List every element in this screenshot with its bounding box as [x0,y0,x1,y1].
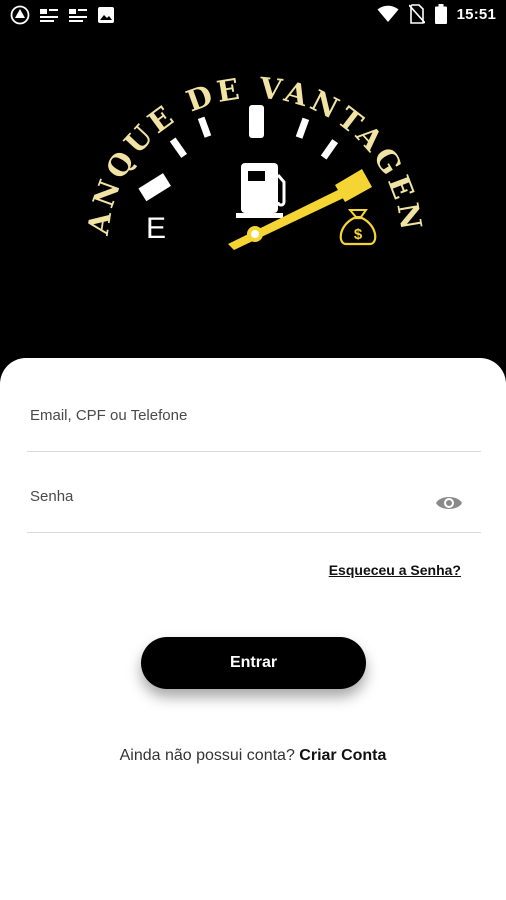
fuel-gauge-logo: TANQUE DE VANTAGENS E [0,30,429,250]
signup-row: Ainda não possui conta? Criar Conta [0,747,506,765]
password-input[interactable] [30,488,410,505]
svg-text:$: $ [354,226,363,243]
login-form: Esqueceu a Senha? Entrar Ainda não possu… [0,358,506,900]
email-field[interactable] [27,388,481,452]
fuel-pump-icon [236,163,286,218]
logo-arc-text: TANQUE DE VANTAGENS [0,30,429,238]
money-bag-icon: $ [339,209,377,246]
login-button[interactable]: Entrar [141,637,366,689]
email-input[interactable] [30,407,410,424]
eye-icon[interactable] [435,493,463,513]
app-icon [10,5,30,25]
password-field[interactable] [27,469,481,533]
signup-prompt: Ainda não possui conta? [119,747,300,764]
no-sim-icon [408,4,425,24]
login-screen: 15:51 TANQUE DE VANTAGENS E [0,0,506,900]
status-left-icons [10,5,115,25]
app-logo: TANQUE DE VANTAGENS E [0,30,506,360]
notification-icon [40,9,58,22]
battery-icon [434,4,447,24]
forgot-password-link[interactable]: Esqueceu a Senha? [329,562,461,578]
status-time: 15:51 [456,5,496,23]
gauge-empty-label: E [146,212,166,245]
status-right-icons: 15:51 [377,4,496,24]
wifi-icon [377,5,399,22]
notification-icon [69,9,87,22]
image-icon [98,7,114,23]
signup-link[interactable]: Criar Conta [299,747,386,764]
status-bar: 15:51 [0,0,506,30]
